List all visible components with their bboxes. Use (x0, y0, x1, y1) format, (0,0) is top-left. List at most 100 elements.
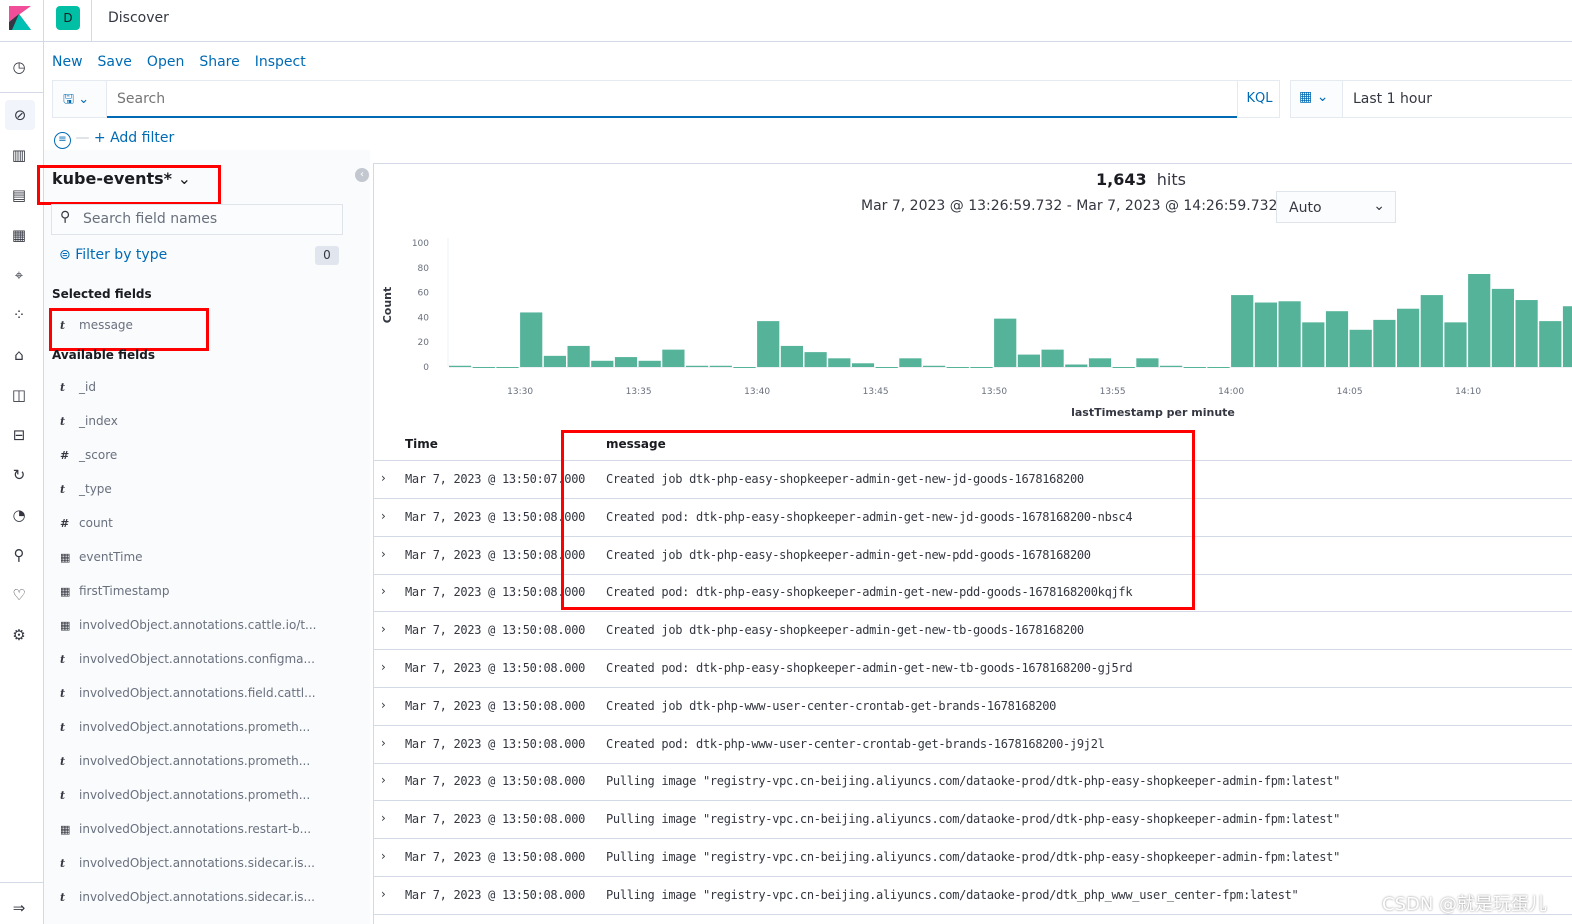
canvas-icon[interactable]: ▦ (8, 224, 30, 246)
table-row[interactable]: › Mar 7, 2023 @ 13:50:07.000 Created job d… (373, 461, 1572, 499)
table-row[interactable]: › Mar 7, 2023 @ 13:50:08.000 Pulling image… (373, 801, 1572, 840)
quick-select-button[interactable]: ▦ ⌄ (1291, 81, 1343, 117)
space-avatar[interactable]: D (56, 6, 80, 30)
ml-icon[interactable]: ⁘ (8, 304, 30, 326)
string-type-icon: t (60, 789, 66, 802)
field-item[interactable]: ▦ firstTimestamp (60, 584, 360, 598)
expand-row-icon[interactable]: › (381, 660, 386, 674)
histogram-bar (1017, 354, 1040, 367)
field-item[interactable]: t involvedObject.annotations.configma... (60, 652, 360, 666)
infrastructure-icon[interactable]: ⊟ (8, 424, 30, 446)
time-range-display[interactable]: Last 1 hour (1353, 91, 1432, 107)
expand-row-icon[interactable]: › (381, 773, 386, 787)
field-item[interactable]: # _score (60, 448, 360, 462)
expand-row-icon[interactable]: › (381, 698, 386, 712)
table-row[interactable]: › Mar 7, 2023 @ 13:50:08.000 Pulling image… (373, 839, 1572, 877)
management-icon[interactable]: ⚙ (8, 624, 30, 646)
field-item[interactable]: t _id (60, 380, 360, 394)
interval-select[interactable]: Auto ⌄ (1276, 191, 1396, 223)
expand-row-icon[interactable]: › (381, 584, 386, 598)
kibana-logo-icon[interactable] (9, 6, 31, 30)
field-item[interactable]: # count (60, 516, 360, 530)
dev-tools-icon[interactable]: ⚲ (8, 544, 30, 566)
cell-message: Created pod: dtk-php-easy-shopkeeper-adm… (606, 585, 1133, 600)
histogram-chart: 0 20 40 60 80 100 13:30 13:35 13:40 13:45 13:50 13:… (381, 238, 1572, 419)
expand-row-icon[interactable]: › (381, 622, 386, 636)
field-item[interactable]: ▦ involvedObject.annotations.cattle.io/t.… (60, 618, 360, 632)
field-item[interactable]: ▦ eventTime (60, 550, 360, 564)
field-item[interactable]: t involvedObject.annotations.sidecar.is..… (60, 890, 360, 904)
field-item[interactable]: t _index (60, 414, 360, 428)
histogram-bar (1515, 300, 1538, 367)
field-item[interactable]: ▦ involvedObject.annotations.restart-b... (60, 822, 360, 836)
search-input[interactable] (107, 81, 1237, 118)
x-tick-label: 14:05 (1337, 387, 1363, 397)
column-header-time[interactable]: Time (405, 437, 438, 451)
x-tick-label: 13:30 (507, 387, 533, 397)
monitoring-icon[interactable]: ◔ (8, 504, 30, 526)
visualize-icon[interactable]: ▥ (8, 144, 30, 166)
uptime-icon[interactable]: ↻ (8, 464, 30, 486)
siem-icon[interactable]: ⌂ (8, 344, 30, 366)
expand-row-icon[interactable]: › (381, 849, 386, 863)
table-row[interactable]: › Mar 7, 2023 @ 13:50:08.000 Created pod: … (373, 574, 1572, 613)
field-name: count (79, 516, 113, 530)
field-item[interactable]: t _type (60, 482, 360, 496)
separator: — (75, 130, 94, 146)
collapse-sidebar-icon[interactable]: ‹ (355, 168, 369, 182)
field-item-message[interactable]: t message (60, 318, 360, 332)
expand-row-icon[interactable]: › (381, 887, 386, 901)
table-row[interactable]: › Mar 7, 2023 @ 13:50:08.000 Created job d… (373, 612, 1572, 651)
maps-icon[interactable]: ⌖ (8, 264, 30, 286)
index-pattern-selector[interactable]: kube-events* ⌄ (52, 169, 191, 188)
filter-by-type-button[interactable]: ⊜ Filter by type (59, 247, 167, 263)
add-filter-button[interactable]: + Add filter (94, 130, 174, 146)
field-item[interactable]: t involvedObject.annotations.field.cattl.… (60, 686, 360, 700)
expand-row-icon[interactable]: › (381, 736, 386, 750)
expand-row-icon[interactable]: › (381, 509, 386, 523)
open-button[interactable]: Open (147, 54, 184, 70)
discover-icon[interactable]: ⊘ (5, 100, 35, 130)
save-button[interactable]: Save (98, 54, 132, 70)
table-row[interactable]: › Mar 7, 2023 @ 13:50:08.000 Created job d… (373, 537, 1572, 575)
dashboard-icon[interactable]: ▤ (8, 184, 30, 206)
y-tick-label: 60 (418, 289, 430, 299)
table-row[interactable]: › Mar 7, 2023 @ 13:50:08.000 Created pod: … (373, 726, 1572, 764)
kql-toggle-button[interactable]: KQL (1237, 81, 1281, 117)
expand-row-icon[interactable]: › (381, 547, 386, 561)
x-tick-label: 13:50 (981, 387, 1007, 397)
y-tick-label: 80 (418, 264, 430, 274)
cell-message: Pulling image "registry-vpc.cn-beijing.a… (606, 812, 1341, 827)
recent-icon[interactable]: ◷ (8, 56, 30, 78)
histogram-bar (1065, 364, 1088, 367)
table-row[interactable]: › Mar 7, 2023 @ 13:50:08.000 Pulling image… (373, 763, 1572, 802)
histogram-bar (1562, 306, 1572, 367)
filter-options-icon[interactable]: ≡ (54, 132, 71, 149)
expand-row-icon[interactable]: › (381, 471, 386, 485)
save-icon: 🖫 (63, 92, 75, 107)
histogram-bar (1160, 365, 1183, 367)
field-item[interactable]: t involvedObject.annotations.sidecar.is..… (60, 856, 360, 870)
histogram-bar (1397, 308, 1420, 367)
histogram-bar (780, 345, 803, 367)
field-search-input[interactable]: ⚲ Search field names (51, 204, 343, 235)
field-name: involvedObject.annotations.prometh... (79, 720, 311, 734)
date-type-icon: ▦ (60, 823, 71, 836)
table-row[interactable]: › Mar 7, 2023 @ 13:50:08.000 Created job d… (373, 688, 1572, 726)
share-button[interactable]: Share (199, 54, 239, 70)
new-button[interactable]: New (52, 54, 83, 70)
column-header-message[interactable]: message (606, 437, 666, 451)
histogram-bar (1136, 358, 1159, 367)
inspect-button[interactable]: Inspect (255, 54, 306, 70)
table-row[interactable]: › Mar 7, 2023 @ 13:50:08.000 Created pod: … (373, 499, 1572, 537)
collapse-nav-icon[interactable]: ⇒ (8, 897, 30, 919)
field-item[interactable]: t involvedObject.annotations.prometh... (60, 754, 360, 768)
filter-count-badge: 0 (315, 246, 339, 265)
table-row[interactable]: › Mar 7, 2023 @ 13:50:08.000 Created pod: … (373, 650, 1572, 688)
expand-row-icon[interactable]: › (381, 811, 386, 825)
apm-icon[interactable]: ◫ (8, 384, 30, 406)
saved-query-button[interactable]: 🖫 ⌄ (53, 81, 107, 117)
field-item[interactable]: t involvedObject.annotations.prometh... (60, 788, 360, 802)
stack-monitoring-icon[interactable]: ♡ (8, 584, 30, 606)
field-item[interactable]: t involvedObject.annotations.prometh... (60, 720, 360, 734)
